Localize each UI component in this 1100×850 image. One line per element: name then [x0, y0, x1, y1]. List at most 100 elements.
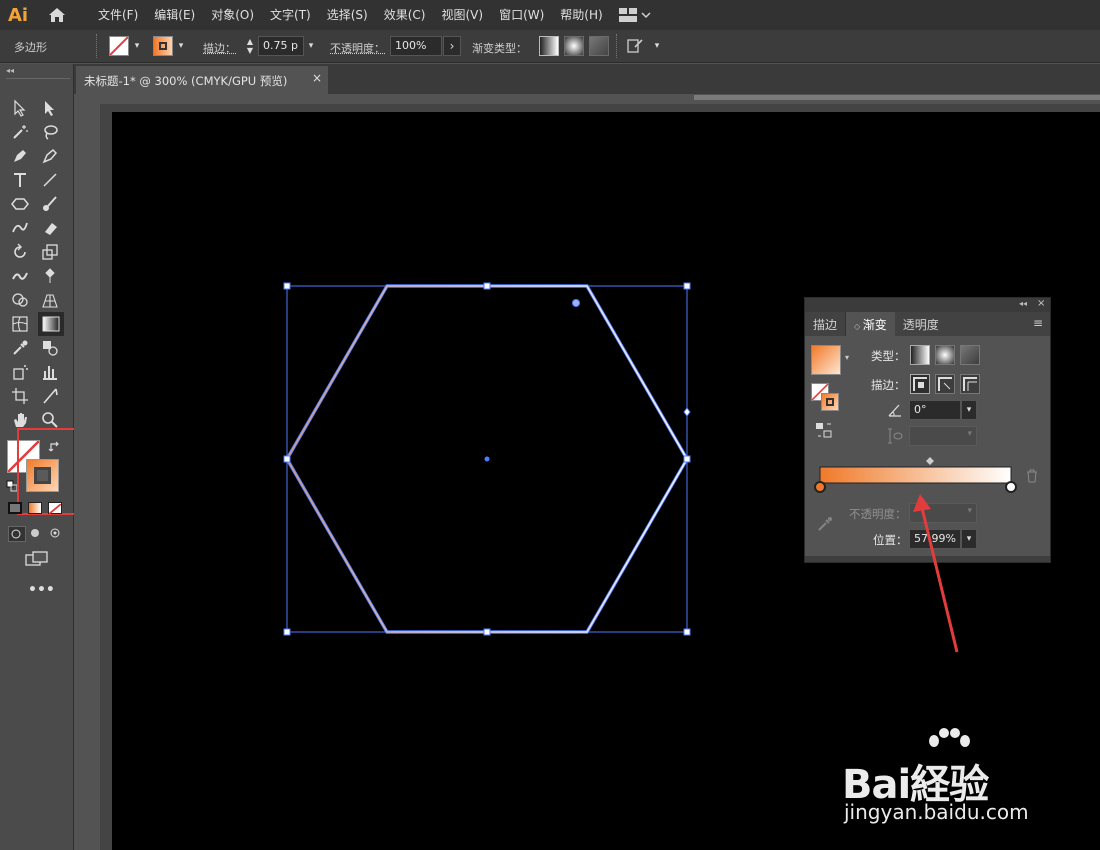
tab-gradient[interactable]: ◇ 渐变: [845, 312, 895, 336]
line-segment-tool-icon[interactable]: [40, 170, 60, 190]
menu-effect[interactable]: 效果(C): [376, 0, 434, 30]
edit-toolbar-more-icon[interactable]: •••: [28, 582, 55, 598]
pen-tool-icon[interactable]: [10, 146, 30, 166]
eraser-tool-icon[interactable]: [40, 218, 60, 238]
gradient-stop-end[interactable]: [1005, 481, 1017, 493]
menu-select[interactable]: 选择(S): [319, 0, 376, 30]
tab-transparency[interactable]: 透明度: [895, 312, 947, 336]
panel-freeform-gradient-button[interactable]: [960, 345, 980, 365]
panel-linear-gradient-button[interactable]: [910, 345, 930, 365]
document-setup-icon[interactable]: [626, 37, 644, 55]
gradient-slider[interactable]: [805, 453, 1050, 498]
panel-menu-icon[interactable]: ≡: [1033, 316, 1043, 330]
menu-window[interactable]: 窗口(W): [491, 0, 552, 30]
artboard-tool-icon[interactable]: [10, 386, 30, 406]
horizontal-scrollbar[interactable]: [694, 95, 1100, 100]
scale-tool-icon[interactable]: [40, 242, 60, 262]
position-input[interactable]: 57.99%: [909, 529, 961, 549]
stroke-along-button[interactable]: [935, 374, 955, 394]
eyedropper-tool-icon[interactable]: [10, 338, 30, 358]
rotate-tool-icon[interactable]: [10, 242, 30, 262]
panel-resize-grip[interactable]: [805, 556, 1050, 562]
zoom-tool-icon[interactable]: [40, 410, 60, 430]
warp-tool-icon[interactable]: [10, 266, 30, 286]
selection-tool-icon[interactable]: [10, 98, 30, 118]
close-tab-icon[interactable]: ×: [312, 71, 322, 85]
fill-swatch[interactable]: [109, 36, 129, 56]
position-chevron-icon[interactable]: ▾: [961, 529, 977, 549]
slice-tool-icon[interactable]: [40, 386, 60, 406]
draw-behind-icon[interactable]: [28, 526, 46, 542]
draw-normal-icon[interactable]: [8, 526, 26, 542]
stroke-weight-label[interactable]: 描边：: [203, 40, 236, 56]
mesh-tool-icon[interactable]: [10, 314, 30, 334]
freeform-gradient-button[interactable]: [589, 36, 609, 56]
stroke-within-button[interactable]: [910, 374, 930, 394]
angle-input[interactable]: 0°: [909, 400, 961, 420]
reverse-gradient-icon[interactable]: [815, 422, 833, 438]
menu-edit[interactable]: 编辑(E): [146, 0, 203, 30]
collapse-toolbox-icon[interactable]: ◂◂: [6, 66, 14, 75]
menu-type[interactable]: 文字(T): [262, 0, 319, 30]
collapse-panel-icon[interactable]: ◂◂: [1019, 299, 1027, 308]
gradient-preset-chevron-icon[interactable]: ▾: [845, 353, 849, 362]
stroke-stepper-icon[interactable]: ▲ ▼: [244, 37, 256, 57]
stroke-weight-chevron-icon[interactable]: ▾: [304, 36, 318, 56]
gradient-preview-swatch[interactable]: [811, 345, 841, 375]
panel-stroke-swatch[interactable]: [821, 393, 839, 411]
shape-builder-tool-icon[interactable]: [10, 290, 30, 310]
none-mode-button[interactable]: [48, 502, 62, 515]
column-graph-tool-icon[interactable]: [40, 362, 60, 382]
app-logo: Ai: [8, 4, 29, 26]
stroke-across-button[interactable]: [960, 374, 980, 394]
workspace-switcher-icon[interactable]: [618, 8, 651, 22]
opacity-arrow-button[interactable]: ›: [443, 36, 461, 56]
direct-selection-tool-icon[interactable]: [40, 98, 60, 118]
stroke-swatch[interactable]: [153, 36, 173, 56]
fill-dropdown-chevron-icon[interactable]: ▾: [130, 36, 144, 56]
menu-help[interactable]: 帮助(H): [552, 0, 610, 30]
gradient-midpoint[interactable]: [926, 457, 934, 465]
stop-opacity-input: ▾: [909, 503, 977, 523]
gradient-stop-start[interactable]: [814, 481, 826, 493]
symbol-sprayer-tool-icon[interactable]: [10, 362, 30, 382]
close-panel-icon[interactable]: ×: [1037, 298, 1045, 309]
home-icon[interactable]: [44, 2, 70, 28]
type-label: 类型：: [871, 349, 906, 363]
polygon-tool-icon[interactable]: [10, 194, 30, 214]
draw-inside-icon[interactable]: [48, 526, 66, 542]
toolbox-grip[interactable]: [6, 78, 70, 81]
type-tool-icon[interactable]: [10, 170, 30, 190]
color-mode-button[interactable]: [8, 502, 22, 514]
paintbrush-tool-icon[interactable]: [40, 194, 60, 214]
linear-gradient-button[interactable]: [539, 36, 559, 56]
shaper-tool-icon[interactable]: [10, 218, 30, 238]
screen-mode-icon[interactable]: [24, 550, 50, 568]
curvature-tool-icon[interactable]: [40, 146, 60, 166]
perspective-grid-tool-icon[interactable]: [40, 290, 60, 310]
opacity-input[interactable]: 100%: [390, 36, 442, 56]
tab-stroke[interactable]: 描边: [805, 312, 845, 336]
opacity-label[interactable]: 不透明度：: [330, 40, 385, 56]
panel-title-bar[interactable]: ◂◂ ×: [805, 298, 1050, 312]
stop-eyedropper-icon[interactable]: [817, 516, 833, 532]
lasso-tool-icon[interactable]: [40, 122, 60, 142]
blend-tool-icon[interactable]: [40, 338, 60, 358]
menu-object[interactable]: 对象(O): [203, 0, 262, 30]
document-setup-chevron-icon[interactable]: ▾: [650, 36, 664, 56]
puppet-warp-tool-icon[interactable]: [40, 266, 60, 286]
radial-gradient-button[interactable]: [564, 36, 584, 56]
angle-chevron-icon[interactable]: ▾: [961, 400, 977, 420]
menu-view[interactable]: 视图(V): [433, 0, 491, 30]
magic-wand-tool-icon[interactable]: [10, 122, 30, 142]
gradient-mode-button[interactable]: [28, 502, 42, 514]
panel-radial-gradient-button[interactable]: [935, 345, 955, 365]
hand-tool-icon[interactable]: [10, 410, 30, 430]
stroke-weight-input[interactable]: 0.75 p: [258, 36, 304, 56]
delete-stop-icon[interactable]: [1025, 469, 1039, 483]
document-tab[interactable]: 未标题-1* @ 300% (CMYK/GPU 预览): [76, 66, 328, 94]
stroke-dropdown-chevron-icon[interactable]: ▾: [174, 36, 188, 56]
menu-file[interactable]: 文件(F): [90, 0, 146, 30]
gradient-tool-icon[interactable]: [38, 312, 64, 336]
menu-bar: Ai 文件(F) 编辑(E) 对象(O) 文字(T) 选择(S) 效果(C) 视…: [0, 0, 1100, 30]
